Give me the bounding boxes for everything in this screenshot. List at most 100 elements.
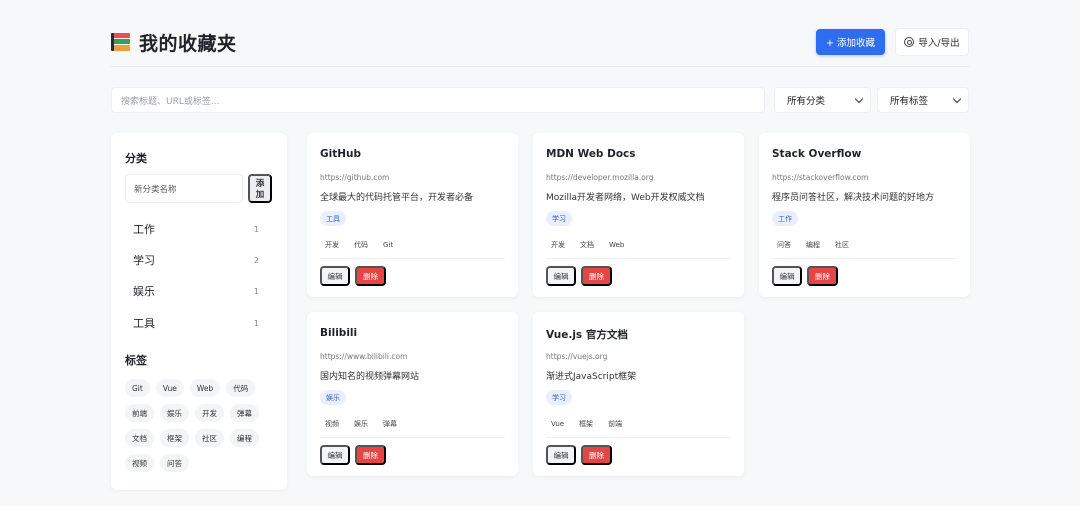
tag-pill[interactable]: 视频 <box>125 454 154 472</box>
tag-pill[interactable]: 前端 <box>125 404 154 422</box>
delete-button[interactable]: 删除 <box>807 266 838 286</box>
category-badge: 工具 <box>320 211 346 226</box>
chevron-down-icon <box>854 94 864 104</box>
bookmark-description: 渐进式JavaScript框架 <box>546 372 637 382</box>
gear-icon <box>904 37 915 47</box>
tag-pill[interactable]: 编程 <box>230 429 259 447</box>
tag-select-value: 所有标签 <box>890 96 929 107</box>
bookmark-tag: 代码 <box>354 240 368 249</box>
bookmark-url[interactable]: https://vuejs.org <box>546 352 607 361</box>
category-count: 1 <box>253 318 259 328</box>
import-export-button[interactable]: 导入/导出 <box>895 28 969 56</box>
bookmark-tag: 弹幕 <box>383 419 397 428</box>
tag-pill[interactable]: 开发 <box>195 404 224 422</box>
bookmark-title[interactable]: Bilibili <box>320 327 357 339</box>
category-name: 工具 <box>133 317 155 330</box>
bookmark-title[interactable]: Vue.js 官方文档 <box>546 327 628 342</box>
category-item[interactable]: 娱乐 1 <box>125 280 273 302</box>
bookmark-tag: Web <box>609 240 625 249</box>
card-divider <box>320 437 505 438</box>
search-input[interactable]: 搜索标题、URL或标签... <box>111 87 765 113</box>
card-divider <box>772 258 957 259</box>
search-placeholder: 搜索标题、URL或标签... <box>121 96 220 107</box>
page-title: 我的收藏夹 <box>139 32 237 55</box>
app-header: 我的收藏夹 + 添加收藏 导入/导出 <box>111 22 969 62</box>
bookmark-card: MDN Web Docs https://developer.mozilla.o… <box>533 133 744 297</box>
tag-pill[interactable]: 问答 <box>160 454 189 472</box>
bookmark-url[interactable]: https://www.bilibili.com <box>320 352 407 361</box>
card-divider <box>546 258 731 259</box>
bookmark-card: Vue.js 官方文档 https://vuejs.org 渐进式JavaScr… <box>533 312 744 476</box>
category-select[interactable]: 所有分类 <box>774 87 871 113</box>
bookmark-title[interactable]: Stack Overflow <box>772 148 861 160</box>
category-badge: 娱乐 <box>320 390 346 405</box>
category-name: 工作 <box>133 223 155 236</box>
bookmark-tag: 问答 <box>777 240 791 249</box>
bookmark-url[interactable]: https://stackoverflow.com <box>772 173 868 182</box>
delete-button[interactable]: 删除 <box>581 266 612 286</box>
delete-button[interactable]: 删除 <box>581 445 612 465</box>
category-item[interactable]: 学习 2 <box>125 249 273 271</box>
categories-heading: 分类 <box>125 152 147 165</box>
add-bookmark-button[interactable]: + 添加收藏 <box>816 29 885 55</box>
category-select-value: 所有分类 <box>787 96 826 107</box>
tag-pill[interactable]: Vue <box>155 379 184 397</box>
category-item[interactable]: 工具 1 <box>125 312 273 334</box>
category-item[interactable]: 工作 1 <box>125 218 273 240</box>
tag-pill[interactable]: 弹幕 <box>230 404 259 422</box>
edit-button[interactable]: 编辑 <box>772 266 802 286</box>
bookmark-title[interactable]: GitHub <box>320 148 361 160</box>
bookmark-tag: 视频 <box>325 419 339 428</box>
bookmark-tag: 娱乐 <box>354 419 368 428</box>
bookmark-card: Stack Overflow https://stackoverflow.com… <box>759 133 970 297</box>
sidebar: 分类 新分类名称 添加 工作 1 学习 2 娱乐 1 工具 1 标签 Git V… <box>111 133 287 490</box>
delete-button[interactable]: 删除 <box>355 266 386 286</box>
tag-pill[interactable]: Web <box>189 379 221 397</box>
category-badge: 学习 <box>546 390 572 405</box>
tag-pill[interactable]: 娱乐 <box>160 404 189 422</box>
bookmark-description: 程序员问答社区，解决技术问题的好地方 <box>772 193 935 203</box>
tag-select[interactable]: 所有标签 <box>877 87 969 113</box>
bookmark-title[interactable]: MDN Web Docs <box>546 148 636 160</box>
add-category-button[interactable]: 添加 <box>248 174 272 203</box>
bookmark-url[interactable]: https://developer.mozilla.org <box>546 173 654 182</box>
bookmark-tag: 编程 <box>806 240 820 249</box>
card-divider <box>320 258 505 259</box>
bookmark-tag: Vue <box>551 419 565 428</box>
tag-cloud: Git Vue Web 代码 前端 娱乐 开发 弹幕 文档 框架 社区 编程 视… <box>125 379 275 472</box>
tag-pill[interactable]: 代码 <box>226 379 256 397</box>
bookmark-description: 国内知名的视频弹幕网站 <box>320 372 420 382</box>
tag-pill[interactable]: 文档 <box>125 429 154 447</box>
chevron-down-icon <box>952 94 962 104</box>
card-divider <box>546 437 731 438</box>
edit-button[interactable]: 编辑 <box>546 266 576 286</box>
edit-button[interactable]: 编辑 <box>320 445 350 465</box>
tags-heading: 标签 <box>125 354 147 367</box>
category-count: 1 <box>253 224 259 234</box>
category-badge: 学习 <box>546 211 572 226</box>
new-category-placeholder: 新分类名称 <box>134 184 177 195</box>
bookmark-tag: 文档 <box>580 240 594 249</box>
edit-button[interactable]: 编辑 <box>546 445 576 465</box>
new-category-input[interactable]: 新分类名称 <box>125 174 243 203</box>
bookmark-tag: 前端 <box>608 419 623 428</box>
bookmark-description: 全球最大的代码托管平台，开发者必备 <box>320 193 474 203</box>
delete-button[interactable]: 删除 <box>355 445 386 465</box>
bookmark-card: Bilibili https://www.bilibili.com 国内知名的视… <box>307 312 518 476</box>
import-export-label: 导入/导出 <box>918 38 960 49</box>
edit-button[interactable]: 编辑 <box>320 266 350 286</box>
books-icon <box>111 31 131 53</box>
tag-pill[interactable]: Git <box>125 379 150 397</box>
bookmark-tag: 开发 <box>551 240 565 249</box>
category-name: 娱乐 <box>133 285 155 298</box>
header-divider <box>111 66 969 67</box>
bookmark-tag: 开发 <box>325 240 339 249</box>
bookmark-tag: 社区 <box>835 240 849 249</box>
bookmark-url[interactable]: https://github.com <box>320 173 389 182</box>
bookmark-tag: Git <box>383 240 394 249</box>
bookmark-card: GitHub https://github.com 全球最大的代码托管平台，开发… <box>307 133 518 297</box>
tag-pill[interactable]: 框架 <box>160 429 189 447</box>
category-badge: 工作 <box>772 211 798 226</box>
category-name: 学习 <box>133 254 155 267</box>
tag-pill[interactable]: 社区 <box>195 429 224 447</box>
